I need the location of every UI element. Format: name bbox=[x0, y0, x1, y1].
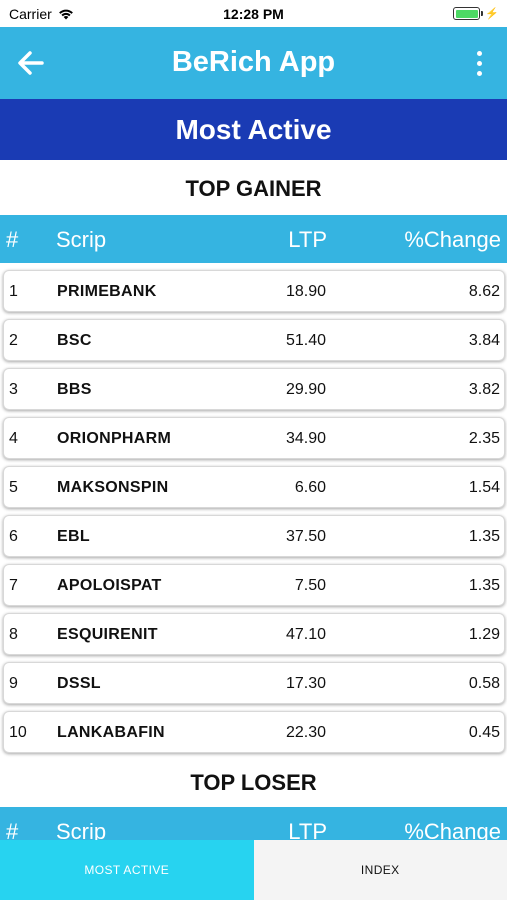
row-scrip: LANKABAFIN bbox=[57, 724, 165, 741]
row-ltp: 18.90 bbox=[285, 283, 326, 300]
table-row[interactable]: 5 MAKSONSPIN 6.60 1.54 bbox=[3, 466, 505, 508]
row-scrip: DSSL bbox=[57, 675, 101, 692]
row-change: 3.84 bbox=[468, 332, 500, 349]
row-rank: 6 bbox=[9, 528, 18, 545]
top-loser-title: TOP LOSER bbox=[190, 770, 317, 795]
row-change: 0.58 bbox=[468, 675, 500, 692]
table-row[interactable]: 6 EBL 37.50 1.35 bbox=[3, 515, 505, 557]
row-scrip: PRIMEBANK bbox=[57, 283, 157, 300]
table-row[interactable]: 10 LANKABAFIN 22.30 0.45 bbox=[3, 711, 505, 753]
row-change: 1.35 bbox=[468, 577, 500, 594]
row-change: 1.54 bbox=[468, 479, 500, 496]
table-row[interactable]: 1 PRIMEBANK 18.90 8.62 bbox=[3, 270, 505, 312]
column-header-change: %Change bbox=[404, 227, 501, 252]
row-scrip: EBL bbox=[57, 528, 90, 545]
row-change: 1.29 bbox=[468, 626, 500, 643]
table-row[interactable]: 4 ORIONPHARM 34.90 2.35 bbox=[3, 417, 505, 459]
row-ltp: 37.50 bbox=[285, 528, 326, 545]
row-scrip: BBS bbox=[57, 381, 92, 398]
row-scrip: ORIONPHARM bbox=[57, 430, 172, 447]
status-bar: Carrier 12:28 PM ⚡ bbox=[0, 0, 507, 27]
row-change: 8.62 bbox=[468, 283, 500, 300]
row-change: 2.35 bbox=[468, 430, 500, 447]
row-rank: 5 bbox=[9, 479, 18, 496]
gainer-table-header: # Scrip LTP %Change bbox=[0, 215, 507, 263]
row-ltp: 47.10 bbox=[285, 626, 326, 643]
row-change: 1.35 bbox=[468, 528, 500, 545]
top-gainer-title: TOP GAINER bbox=[185, 176, 322, 201]
row-rank: 7 bbox=[9, 577, 18, 594]
row-scrip: BSC bbox=[57, 332, 92, 349]
row-ltp: 7.50 bbox=[294, 577, 326, 594]
table-row[interactable]: 3 BBS 29.90 3.82 bbox=[3, 368, 505, 410]
battery-icon: ⚡ bbox=[453, 7, 499, 20]
table-row[interactable]: 7 APOLOISPAT 7.50 1.35 bbox=[3, 564, 505, 606]
row-rank: 10 bbox=[9, 724, 27, 741]
row-ltp: 22.30 bbox=[285, 724, 326, 741]
row-scrip: MAKSONSPIN bbox=[57, 479, 169, 496]
table-row[interactable]: 8 ESQUIRENIT 47.10 1.29 bbox=[3, 613, 505, 655]
clock: 12:28 PM bbox=[223, 6, 284, 22]
section-title: Most Active bbox=[175, 113, 332, 145]
row-rank: 1 bbox=[9, 283, 18, 300]
row-rank: 9 bbox=[9, 675, 18, 692]
column-header-scrip: Scrip bbox=[56, 227, 107, 252]
tab-most-active[interactable]: MOST ACTIVE bbox=[0, 840, 254, 900]
column-header-num: # bbox=[6, 227, 19, 252]
row-ltp: 6.60 bbox=[294, 479, 326, 496]
row-ltp: 34.90 bbox=[285, 430, 326, 447]
row-ltp: 29.90 bbox=[285, 381, 326, 398]
tab-index[interactable]: INDEX bbox=[253, 840, 507, 900]
app-title: BeRich App bbox=[171, 46, 336, 78]
row-scrip: APOLOISPAT bbox=[57, 577, 162, 594]
section-banner: Most Active bbox=[0, 99, 507, 160]
row-rank: 4 bbox=[9, 430, 18, 447]
row-change: 3.82 bbox=[468, 381, 500, 398]
table-row[interactable]: 9 DSSL 17.30 0.58 bbox=[3, 662, 505, 704]
row-change: 0.45 bbox=[468, 724, 500, 741]
table-row[interactable]: 2 BSC 51.40 3.84 bbox=[3, 319, 505, 361]
row-rank: 2 bbox=[9, 332, 18, 349]
app-bar: BeRich App bbox=[0, 27, 507, 99]
row-scrip: ESQUIRENIT bbox=[57, 626, 158, 643]
row-ltp: 17.30 bbox=[285, 675, 326, 692]
more-vertical-icon[interactable] bbox=[469, 47, 489, 79]
row-ltp: 51.40 bbox=[285, 332, 326, 349]
column-header-ltp: LTP bbox=[288, 227, 327, 252]
bottom-tab-bar: MOST ACTIVE INDEX bbox=[0, 840, 507, 900]
row-rank: 3 bbox=[9, 381, 18, 398]
row-rank: 8 bbox=[9, 626, 18, 643]
